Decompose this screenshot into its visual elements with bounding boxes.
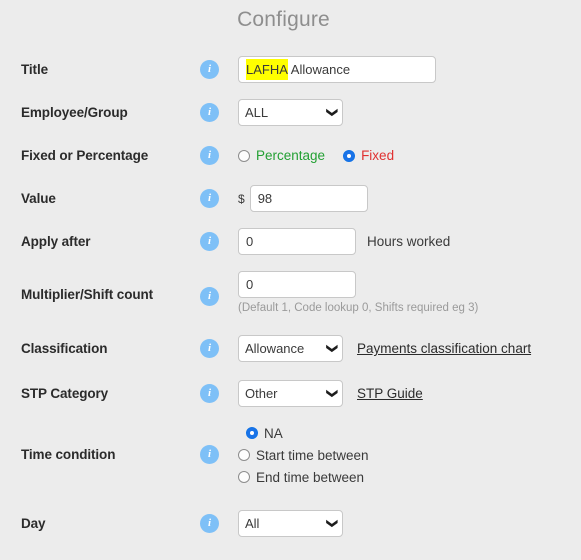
radio-option-percentage[interactable]: Percentage [238, 148, 325, 163]
info-cell-stp-category: i [200, 384, 238, 403]
form-row-employee-group: Employee/Group i ALL ❯ [0, 91, 581, 134]
payments-classification-chart-link[interactable]: Payments classification chart [357, 341, 531, 356]
radio-option-fixed[interactable]: Fixed [343, 148, 394, 163]
currency-prefix: $ [238, 191, 245, 206]
info-cell-fixed-or-percentage: i [200, 146, 238, 165]
form-row-title: Title i LAFHA Allowance [0, 48, 581, 91]
configure-form: Title i LAFHA Allowance Employee/Group i… [0, 48, 581, 545]
field-cell-time-condition: NA Start time between End time between [238, 424, 581, 485]
chevron-down-icon: ❯ [325, 343, 338, 354]
radio-option-end-time-between[interactable]: End time between [238, 470, 369, 485]
stp-category-select-value: Other [245, 386, 278, 401]
title-input[interactable] [238, 56, 436, 83]
label-fixed-or-percentage: Fixed or Percentage [21, 148, 149, 163]
form-row-fixed-or-percentage: Fixed or Percentage i Percentage Fixed [0, 134, 581, 177]
label-day: Day [21, 516, 46, 531]
info-icon[interactable]: i [200, 60, 219, 79]
field-cell-multiplier: (Default 1, Code lookup 0, Shifts requir… [238, 271, 581, 314]
radio-start-time-between[interactable] [238, 449, 250, 461]
form-row-time-condition: Time condition i NA Start time between E… [0, 415, 581, 493]
stp-guide-link[interactable]: STP Guide [357, 386, 423, 401]
info-icon[interactable]: i [200, 384, 219, 403]
field-cell-day: All ❯ [238, 510, 581, 537]
info-cell-title: i [200, 60, 238, 79]
label-classification: Classification [21, 341, 108, 356]
info-cell-day: i [200, 514, 238, 533]
radio-label-start-time-between: Start time between [256, 447, 369, 463]
info-cell-employee-group: i [200, 103, 238, 122]
info-cell-apply-after: i [200, 232, 238, 251]
form-row-multiplier: Multiplier/Shift count i (Default 1, Cod… [0, 263, 581, 327]
field-cell-classification: Allowance ❯ Payments classification char… [238, 335, 581, 362]
configure-page: Configure Title i LAFHA Allowance Employ… [0, 0, 581, 560]
value-input[interactable] [249, 185, 368, 212]
classification-select-value: Allowance [245, 341, 305, 356]
stp-category-select[interactable]: Other ❯ [238, 380, 343, 407]
radio-end-time-between[interactable] [238, 471, 250, 483]
day-select-value: All [245, 516, 260, 531]
chevron-down-icon: ❯ [325, 518, 338, 529]
field-cell-apply-after: Hours worked [238, 228, 581, 255]
field-cell-fixed-or-percentage: Percentage Fixed [238, 148, 581, 163]
multiplier-hint: (Default 1, Code lookup 0, Shifts requir… [238, 302, 479, 314]
radio-label-percentage: Percentage [256, 148, 326, 163]
info-cell-multiplier: i [200, 271, 238, 306]
label-title: Title [21, 62, 49, 77]
info-icon[interactable]: i [200, 146, 219, 165]
label-time-condition: Time condition [21, 446, 116, 462]
info-icon[interactable]: i [200, 103, 219, 122]
radio-option-start-time-between[interactable]: Start time between [238, 448, 369, 463]
info-icon[interactable]: i [200, 189, 219, 208]
radio-label-na: NA [264, 425, 283, 441]
employee-group-select[interactable]: ALL ❯ [238, 99, 343, 126]
label-stp-category: STP Category [21, 386, 109, 401]
radio-label-fixed: Fixed [361, 148, 395, 163]
form-row-stp-category: STP Category i Other ❯ STP Guide [0, 372, 581, 415]
day-select[interactable]: All ❯ [238, 510, 343, 537]
info-icon[interactable]: i [200, 287, 219, 306]
classification-select[interactable]: Allowance ❯ [238, 335, 343, 362]
field-cell-stp-category: Other ❯ STP Guide [238, 380, 581, 407]
multiplier-input[interactable] [238, 271, 356, 298]
info-icon[interactable]: i [200, 232, 219, 251]
time-condition-options: NA Start time between End time between [238, 424, 369, 485]
field-cell-title: LAFHA Allowance [238, 56, 581, 83]
info-icon[interactable]: i [200, 339, 219, 358]
field-cell-value: $ [238, 185, 581, 212]
radio-fixed[interactable] [343, 149, 356, 162]
page-title: Configure [237, 8, 330, 31]
radio-label-end-time-between: End time between [256, 469, 365, 485]
form-row-apply-after: Apply after i Hours worked [0, 220, 581, 263]
info-cell-classification: i [200, 339, 238, 358]
info-icon[interactable]: i [200, 514, 219, 533]
employee-group-select-value: ALL [245, 105, 269, 120]
info-cell-time-condition: i [200, 444, 238, 464]
form-row-value: Value i $ [0, 177, 581, 220]
label-multiplier: Multiplier/Shift count [21, 287, 154, 302]
chevron-down-icon: ❯ [325, 107, 338, 118]
multiplier-stack: (Default 1, Code lookup 0, Shifts requir… [238, 271, 478, 314]
apply-after-input[interactable] [238, 228, 356, 255]
radio-na[interactable] [246, 427, 258, 439]
info-icon[interactable]: i [200, 444, 219, 464]
chevron-down-icon: ❯ [325, 388, 338, 399]
form-row-day: Day i All ❯ [0, 502, 581, 545]
title-input-wrap: LAFHA Allowance [238, 56, 436, 83]
label-value: Value [21, 191, 56, 206]
label-employee-group: Employee/Group [21, 105, 128, 120]
info-cell-value: i [200, 189, 238, 208]
form-row-classification: Classification i Allowance ❯ Payments cl… [0, 327, 581, 370]
label-apply-after: Apply after [21, 234, 91, 249]
radio-option-na[interactable]: NA [246, 426, 369, 441]
apply-after-suffix: Hours worked [367, 234, 451, 249]
radio-percentage[interactable] [238, 149, 250, 162]
field-cell-employee-group: ALL ❯ [238, 99, 581, 126]
